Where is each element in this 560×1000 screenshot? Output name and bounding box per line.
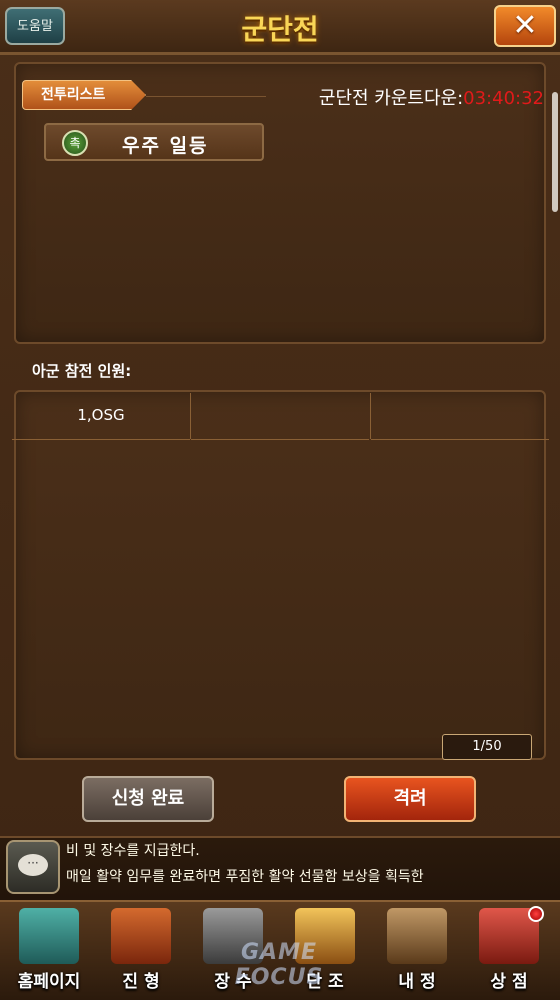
encourage-button[interactable]: 격려 — [344, 776, 476, 822]
members-panel — [14, 390, 546, 760]
nav-formation[interactable]: 진 형 — [96, 904, 186, 996]
guild-entry[interactable]: 촉 우주 일등 — [44, 123, 264, 161]
members-label: 아군 참전 인원: — [32, 362, 132, 380]
member-cell[interactable] — [191, 393, 369, 440]
watermark: GAME FOCUS — [234, 940, 324, 990]
war-drum-icon — [111, 908, 171, 964]
nav-home[interactable]: 홈페이지 — [4, 904, 94, 996]
nav-domestic[interactable]: 내 정 — [372, 904, 462, 996]
countdown: 군단전 카운트다운:03:40:32 — [319, 84, 544, 110]
treasure-chest-icon — [387, 908, 447, 964]
battle-list-tab[interactable]: 전투리스트 — [22, 80, 146, 110]
countdown-time: 03:40:32 — [463, 88, 544, 109]
chat-message: 비 및 장수를 지급한다. — [66, 843, 200, 859]
chat-button[interactable]: ··· — [6, 840, 60, 894]
shu-faction-icon: 촉 — [62, 130, 88, 156]
nav-shop[interactable]: 상 점 — [464, 904, 554, 996]
tab-divider — [146, 96, 266, 97]
page-indicator: 1/50 — [442, 734, 532, 760]
nav-label: 진 형 — [122, 972, 160, 992]
close-button[interactable]: ✕ — [494, 5, 556, 47]
page-title: 군단전 — [241, 13, 319, 46]
member-cell[interactable]: 1,OSG — [12, 393, 190, 440]
nav-label: 홈페이지 — [17, 972, 81, 992]
pagoda-icon — [19, 908, 79, 964]
chat-bubble-icon: ··· — [18, 854, 48, 876]
chat-message: 매일 활약 임무를 완료하면 푸짐한 활약 선물함 보상을 획득한 — [66, 869, 424, 885]
countdown-label: 군단전 카운트다운: — [318, 88, 464, 109]
nav-label: 상 점 — [490, 972, 528, 992]
guild-name: 우주 일등 — [122, 135, 209, 157]
member-cell[interactable] — [371, 393, 549, 440]
title-bar: 도움말 군단전 ✕ — [0, 0, 560, 55]
application-complete-button[interactable]: 신청 완료 — [82, 776, 214, 822]
nav-label: 내 정 — [398, 972, 436, 992]
notification-dot — [528, 906, 544, 922]
scrollbar[interactable] — [552, 92, 558, 212]
